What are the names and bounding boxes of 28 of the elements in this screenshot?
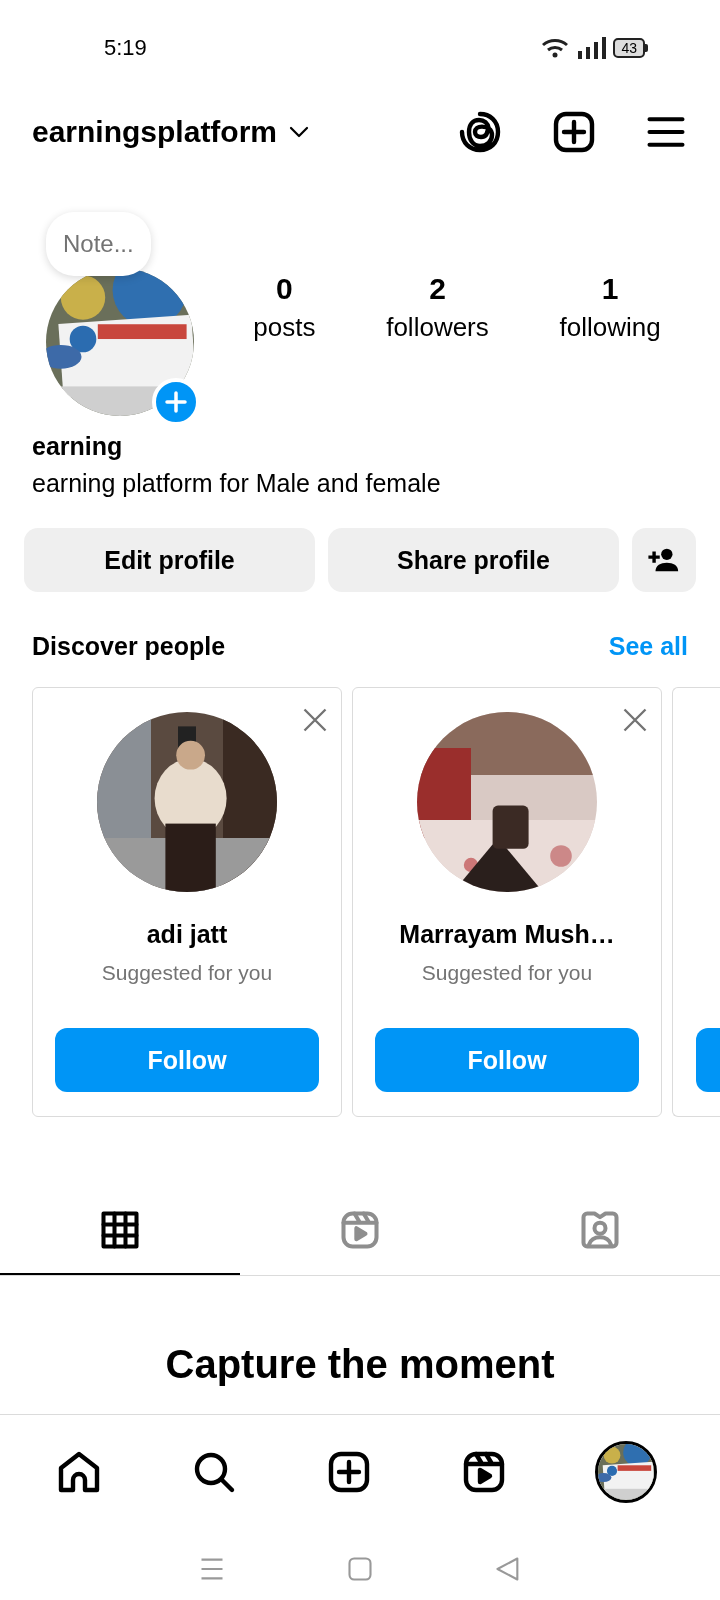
grid-icon — [98, 1208, 142, 1252]
stat-label[interactable]: posts — [253, 312, 316, 343]
close-icon[interactable] — [621, 706, 649, 734]
empty-state-heading: Capture the moment — [164, 1342, 556, 1387]
section-title: Discover people — [32, 632, 226, 661]
suggested-user-name[interactable]: adi jatt — [146, 920, 228, 949]
stat-count[interactable]: 2 — [429, 272, 446, 306]
account-username[interactable]: earningsplatform — [32, 115, 278, 149]
signal-icon — [577, 37, 608, 59]
suggestion-reason: Suggested for you — [101, 961, 273, 985]
suggestion-reason: Suggested for you — [421, 961, 593, 985]
stat-count[interactable]: 1 — [601, 272, 619, 306]
profile-bio: earning platform for Male and female — [31, 468, 442, 498]
add-person-button[interactable] — [632, 528, 696, 592]
profile-action-button[interactable]: Share profile — [328, 528, 619, 592]
suggested-user-name[interactable]: Marrayam Mush… — [399, 920, 615, 949]
close-icon[interactable] — [301, 706, 329, 734]
home-square-icon[interactable] — [346, 1555, 374, 1583]
stat-count[interactable]: 0 — [276, 272, 293, 306]
profile-name: earning — [31, 431, 124, 461]
profile-action-button[interactable]: Edit profile — [24, 528, 315, 592]
stat-label[interactable]: followers — [386, 312, 489, 343]
reels-icon — [338, 1208, 382, 1252]
stat-label[interactable]: following — [559, 312, 661, 343]
status-time: 5:19 — [104, 35, 147, 61]
person-tag-icon — [578, 1208, 622, 1252]
note-bubble[interactable]: Note... — [46, 212, 151, 276]
battery-indicator: 43 — [613, 38, 648, 58]
